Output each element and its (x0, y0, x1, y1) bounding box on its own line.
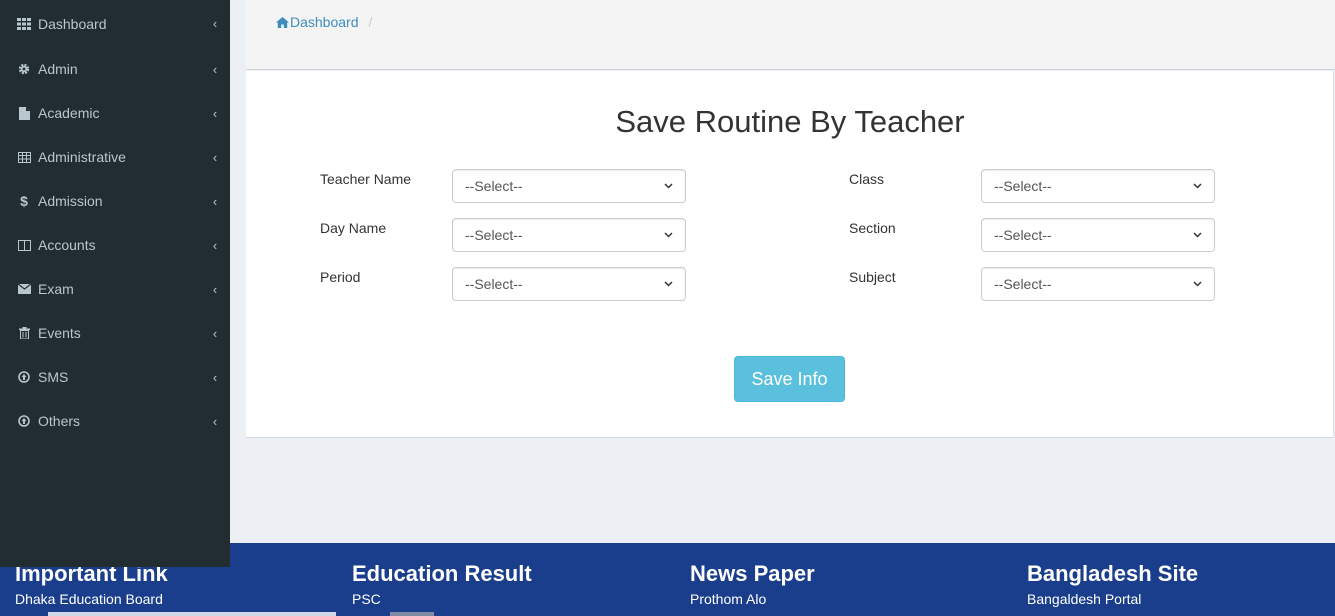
footer-link[interactable]: PSC (352, 591, 532, 607)
section-select[interactable]: --Select-- (981, 218, 1215, 252)
footer-column-bangladesh-site: Bangladesh Site Bangaldesh Portal (1027, 561, 1198, 607)
sidebar-item-label: Administrative (38, 149, 126, 165)
teacher-name-label: Teacher Name (320, 171, 412, 187)
breadcrumb: Dashboard / (276, 14, 372, 30)
subject-value: --Select-- (994, 276, 1052, 292)
sidebar-item-label: Accounts (38, 237, 96, 253)
breadcrumb-separator: / (368, 14, 373, 30)
class-value: --Select-- (994, 178, 1052, 194)
chevron-down-icon (664, 279, 673, 290)
day-name-value: --Select-- (465, 227, 523, 243)
chevron-left-icon: ‹ (212, 325, 218, 341)
sidebar-item-academic[interactable]: Academic ‹ (0, 91, 230, 135)
circle-arrow-icon (17, 370, 31, 384)
class-select[interactable]: --Select-- (981, 169, 1215, 203)
chevron-left-icon: ‹ (212, 281, 218, 297)
footer-heading: Education Result (352, 561, 532, 586)
sidebar-item-events[interactable]: Events ‹ (0, 311, 230, 355)
sidebar-item-label: Dashboard (38, 15, 107, 32)
sidebar-item-admission[interactable]: $ Admission ‹ (0, 179, 230, 223)
section-value: --Select-- (994, 227, 1052, 243)
chevron-left-icon: ‹ (212, 413, 218, 429)
grid-icon (17, 17, 31, 31)
chevron-left-icon: ‹ (212, 193, 218, 209)
footer-heading: News Paper (690, 561, 815, 586)
sidebar-item-label: Others (38, 413, 81, 429)
chevron-left-icon: ‹ (212, 16, 218, 31)
subject-select[interactable]: --Select-- (981, 267, 1215, 301)
teacher-name-select[interactable]: --Select-- (452, 169, 686, 203)
dollar-icon: $ (20, 193, 28, 209)
period-select[interactable]: --Select-- (452, 267, 686, 301)
chevron-left-icon: ‹ (212, 105, 218, 121)
breadcrumb-home-label: Dashboard (290, 14, 359, 30)
footer-column-important-link: Important Link Dhaka Education Board (15, 561, 168, 607)
sidebar-item-exam[interactable]: Exam ‹ (0, 267, 230, 311)
save-info-button[interactable]: Save Info (734, 356, 845, 402)
section-label: Section (849, 220, 896, 236)
period-value: --Select-- (465, 276, 523, 292)
chevron-left-icon: ‹ (212, 149, 218, 165)
chevron-down-icon (1193, 279, 1202, 290)
content-header: Dashboard / (246, 0, 1335, 70)
sidebar-item-label: Exam (38, 281, 74, 297)
teacher-name-value: --Select-- (465, 178, 523, 194)
page-title: Save Routine By Teacher (615, 104, 965, 139)
circle-arrow-icon (17, 414, 31, 428)
home-icon (276, 16, 289, 28)
table-icon (17, 150, 31, 164)
sidebar: Dashboard ‹ Admin ‹ Academic ‹ Administr… (0, 0, 230, 567)
chevron-left-icon: ‹ (212, 61, 218, 77)
book-icon (17, 238, 31, 252)
sidebar-item-dashboard[interactable]: Dashboard ‹ (0, 0, 230, 47)
sidebar-item-label: Admin (38, 61, 78, 77)
subject-label: Subject (849, 269, 896, 285)
period-label: Period (320, 269, 361, 285)
sidebar-item-label: Admission (38, 193, 103, 209)
sidebar-item-sms[interactable]: SMS ‹ (0, 355, 230, 399)
footer-heading: Bangladesh Site (1027, 561, 1199, 586)
sidebar-item-others[interactable]: Others ‹ (0, 399, 230, 443)
chevron-down-icon (664, 230, 673, 241)
sidebar-item-accounts[interactable]: Accounts ‹ (0, 223, 230, 267)
scroll-indicator (390, 612, 434, 616)
chevron-down-icon (664, 181, 673, 192)
footer-link[interactable]: Dhaka Education Board (15, 591, 168, 607)
footer-link[interactable]: Prothom Alo (690, 591, 815, 607)
sidebar-item-label: SMS (38, 369, 69, 385)
sidebar-item-label: Academic (38, 105, 100, 121)
sidebar-item-administrative[interactable]: Administrative ‹ (0, 135, 230, 179)
sidebar-item-label: Events (38, 325, 81, 341)
class-label: Class (849, 171, 885, 187)
scroll-indicator (48, 612, 336, 616)
day-name-select[interactable]: --Select-- (452, 218, 686, 252)
trash-icon (17, 326, 31, 340)
footer-column-education-result: Education Result PSC (352, 561, 532, 607)
breadcrumb-home-link[interactable]: Dashboard (276, 14, 359, 30)
envelope-icon (17, 282, 31, 296)
file-icon (17, 106, 31, 120)
sidebar-item-admin[interactable]: Admin ‹ (0, 47, 230, 91)
gear-icon (17, 62, 31, 76)
chevron-left-icon: ‹ (212, 369, 218, 385)
chevron-down-icon (1193, 230, 1202, 241)
chevron-down-icon (1193, 181, 1202, 192)
chevron-left-icon: ‹ (212, 237, 218, 253)
routine-form-box: Save Routine By Teacher Teacher Name --S… (246, 71, 1334, 438)
footer-link[interactable]: Bangaldesh Portal (1027, 591, 1198, 607)
day-name-label: Day Name (320, 220, 387, 236)
footer-column-news-paper: News Paper Prothom Alo (690, 561, 815, 607)
